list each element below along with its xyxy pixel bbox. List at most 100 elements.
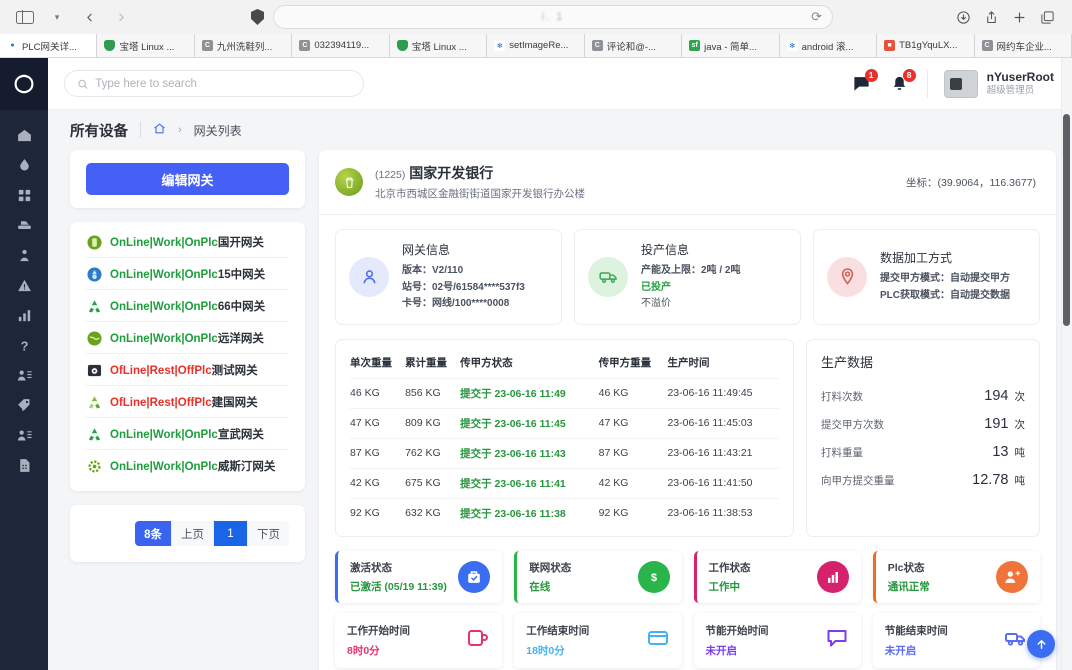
browser-tab[interactable]: C 032394119... xyxy=(292,34,390,57)
info-card-line: 已投产 xyxy=(641,281,671,293)
browser-tab-label: 网约车企业... xyxy=(996,41,1052,53)
dollar-icon: $ xyxy=(637,560,670,593)
browser-tab[interactable]: ✻ setImageRe... xyxy=(487,34,585,57)
sidebar-toggle-button[interactable] xyxy=(12,5,38,29)
sidebar-item-droplet[interactable] xyxy=(0,150,48,180)
sidebar-item-location[interactable] xyxy=(0,240,48,270)
production-value-number: 12.78 xyxy=(972,471,1009,488)
address-bar[interactable]: i. 1 ⟳ xyxy=(273,5,833,29)
bt-favicon-icon xyxy=(396,40,408,51)
device-list-item-label: OnLine|Work|OnPlc远洋网关 xyxy=(110,330,264,346)
share-button[interactable] xyxy=(978,5,1004,29)
new-tab-button[interactable] xyxy=(1006,5,1032,29)
device-list-item[interactable]: OnLine|Work|OnPlc宣武网关 xyxy=(86,418,289,450)
sidebar-item-home[interactable] xyxy=(0,120,48,150)
browser-tab[interactable]: C 九州洗鞋列... xyxy=(194,34,293,57)
messages-button[interactable]: 1 xyxy=(851,68,878,95)
browser-tab[interactable]: ● PLC网关详... xyxy=(0,34,98,57)
browser-tab[interactable]: ■ TB1gYquLX... xyxy=(877,34,975,57)
device-list-item[interactable]: OnLine|Work|OnPlc远洋网关 xyxy=(86,322,289,354)
sidebar-item-accounts[interactable] xyxy=(0,420,48,450)
device-list-item[interactable]: OnLine|Work|OnPlc国开网关 xyxy=(86,226,289,258)
c-favicon-icon: C xyxy=(201,40,213,51)
device-id: (1225) xyxy=(375,169,406,181)
page-size-button[interactable]: 8条 xyxy=(135,521,172,546)
edit-gateway-card: 编辑网关 xyxy=(70,150,305,208)
device-list-item[interactable]: OfLine|Rest|OffPlc建国网关 xyxy=(86,386,289,418)
user-circle-icon xyxy=(349,256,389,297)
sidebar-item-statistics[interactable] xyxy=(0,300,48,330)
info-card: 数据加工方式 提交甲方模式：自动提交甲方 PLC获取模式：自动提交数据 xyxy=(813,229,1040,325)
sidebar-item-device[interactable] xyxy=(0,210,48,240)
back-button[interactable] xyxy=(76,5,102,29)
device-list-item[interactable]: OnLine|Work|OnPlc66中网关 xyxy=(86,290,289,322)
current-page-button[interactable]: 1 xyxy=(214,521,248,546)
browser-tab[interactable]: sf java - 简单... xyxy=(682,34,780,57)
search-input[interactable] xyxy=(95,77,351,90)
avatar xyxy=(943,69,978,98)
sidebar-item-alarm[interactable] xyxy=(0,270,48,300)
sidebar-item-grid[interactable] xyxy=(0,180,48,210)
table-column-header: 传甲方状态 xyxy=(460,356,513,369)
sidebar-item-tags[interactable] xyxy=(0,390,48,420)
globe-green-icon xyxy=(86,330,102,346)
app-logo[interactable] xyxy=(0,58,48,110)
production-data-key: 打料重量 xyxy=(821,446,863,459)
browser-tab[interactable]: C 评论和@-... xyxy=(584,34,683,57)
browser-right-buttons xyxy=(950,5,1060,29)
production-data-key: 向甲方提交重量 xyxy=(821,474,895,487)
table-body: 46 KG 856 KG 提交于 23-06-16 11:49 46 KG 23-06-… xyxy=(350,377,779,528)
device-name: 国家开发银行 xyxy=(409,165,494,181)
table-cell: 提交于 23-06-16 11:49 xyxy=(460,377,599,408)
browser-tab[interactable]: 宝塔 Linux ... xyxy=(97,34,195,57)
scroll-to-top-button[interactable] xyxy=(1027,630,1055,658)
search-box[interactable] xyxy=(64,70,364,97)
forward-button[interactable] xyxy=(108,5,134,29)
device-list-item[interactable]: OnLine|Work|OnPlc威斯汀网关 xyxy=(86,450,289,481)
user-menu[interactable]: nYuserRoot 超级管理员 xyxy=(943,69,1054,98)
notifications-button[interactable]: 8 xyxy=(889,68,916,95)
table-cell: 47 KG xyxy=(598,407,668,438)
sidebar-chevron-down-icon[interactable]: ▾ xyxy=(44,5,70,29)
page-scrollbar-track[interactable] xyxy=(1061,58,1072,670)
browser-tab[interactable]: 宝塔 Linux ... xyxy=(389,34,488,57)
body-split: 编辑网关 OnLine|Work|OnPlc国开网关 OnLine|Work|On… xyxy=(48,150,1072,670)
svg-text:?: ? xyxy=(20,338,28,353)
device-name-text: 宣武网关 xyxy=(217,429,264,441)
production-data-row: 向甲方提交重量 12.78 吨 xyxy=(821,466,1025,494)
reload-icon[interactable]: ⟳ xyxy=(811,9,822,25)
coordinate-label: 坐标： xyxy=(906,176,938,189)
time-cards-row: 工作开始时间 8时0分 工作结束时间 18时0分 节能开始时间 未开启 节能结束时间 未开启 xyxy=(319,612,1056,670)
browser-tab-label: java - 简单... xyxy=(704,41,757,53)
next-page-button[interactable]: 下页 xyxy=(248,521,289,546)
production-value-unit: 吨 xyxy=(1014,474,1026,487)
sidebar-item-docs[interactable] xyxy=(0,450,48,480)
status-card: 联网状态 在线 $ xyxy=(514,550,682,603)
bar-chart-icon xyxy=(816,560,849,593)
device-list-item[interactable]: OfLine|Rest|OffPlc测试网关 xyxy=(86,354,289,386)
breadcrumb: 所有设备 › 网关列表 xyxy=(48,110,1072,150)
edit-gateway-button[interactable]: 编辑网关 xyxy=(86,163,289,195)
browser-tab[interactable]: C 网约车企业... xyxy=(974,34,1072,57)
production-data-value: 191 次 xyxy=(984,416,1025,432)
page-scrollbar-thumb[interactable] xyxy=(1063,114,1070,326)
grid-icon xyxy=(18,189,30,201)
browser-tab-label: 宝塔 Linux ... xyxy=(411,41,467,53)
home-icon[interactable] xyxy=(153,122,166,138)
time-card-label: 节能开始时间 xyxy=(705,624,769,637)
browser-tab[interactable]: ✻ android 滚... xyxy=(779,34,878,57)
info-card: 网关信息 版本：V2/110 站号：02号/61584****537f3 卡号：网线/… xyxy=(335,229,562,325)
shield-icon[interactable] xyxy=(251,9,264,25)
device-list-item[interactable]: OnLine|Work|OnPlc15中网关 xyxy=(86,258,289,290)
user-role: 超级管理员 xyxy=(986,85,1035,97)
tab-overview-button[interactable] xyxy=(1034,5,1060,29)
recycle-blue-icon xyxy=(86,266,102,282)
prev-page-button[interactable]: 上页 xyxy=(172,521,214,546)
recycle-green-icon xyxy=(86,298,102,314)
sidebar-item-help[interactable]: ? xyxy=(0,330,48,360)
plc-favicon-icon: ● xyxy=(7,40,18,51)
sidebar-item-users[interactable] xyxy=(0,360,48,390)
downloads-button[interactable] xyxy=(950,5,976,29)
table-cell: 46 KG xyxy=(350,377,406,408)
tab-strip: ● PLC网关详... 宝塔 Linux ... C 九州洗鞋列... C 03239411… xyxy=(0,34,1072,57)
